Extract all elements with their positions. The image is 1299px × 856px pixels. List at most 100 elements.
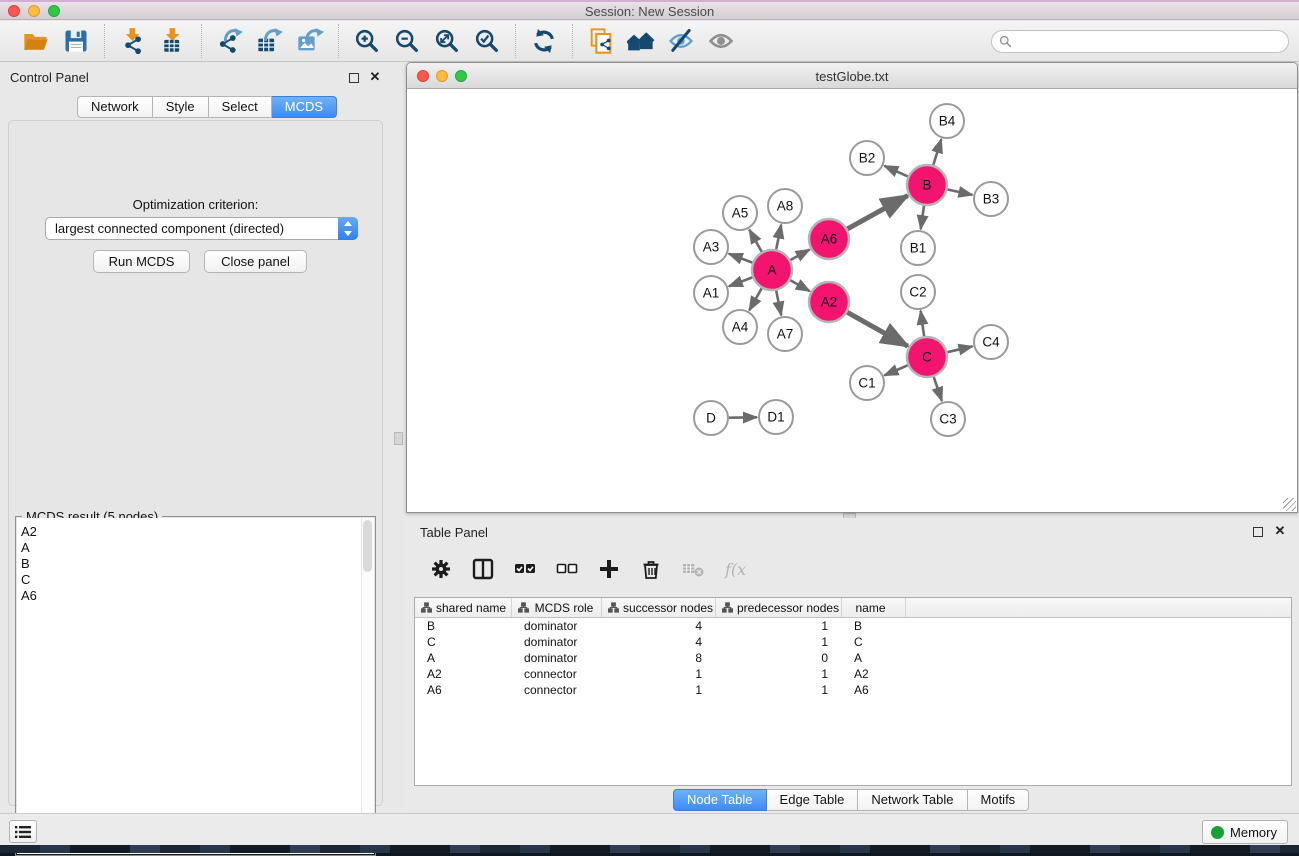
add-column-icon[interactable] (596, 556, 622, 582)
float-table-panel-icon[interactable] (1253, 527, 1263, 537)
table-cell[interactable]: dominator (512, 619, 602, 633)
graph-node-A5[interactable]: A5 (723, 196, 757, 230)
unselect-all-icon[interactable] (554, 556, 580, 582)
task-history-button[interactable] (9, 820, 37, 843)
graph-edge-C-C2[interactable] (921, 311, 925, 336)
graph-edge-A-A1[interactable] (729, 277, 753, 286)
table-cell[interactable]: 1 (602, 667, 716, 681)
zoom-in-icon[interactable] (351, 25, 383, 57)
export-table-icon[interactable] (254, 25, 286, 57)
graph-node-A3[interactable]: A3 (694, 230, 728, 264)
result-scrollbar-thumb[interactable] (363, 520, 372, 572)
table-cell[interactable]: connector (512, 667, 602, 681)
column-header-predecessor-nodes[interactable]: predecessor nodes (716, 598, 842, 617)
table-cell[interactable]: 1 (716, 635, 842, 649)
table-cell[interactable]: A (842, 651, 906, 665)
table-cell[interactable]: 0 (716, 651, 842, 665)
table-cell[interactable]: dominator (512, 635, 602, 649)
tab-mcds[interactable]: MCDS (272, 96, 337, 118)
graph-edge-A-A8[interactable] (776, 225, 781, 250)
table-cell[interactable]: A6 (415, 683, 512, 697)
mcds-result-item[interactable]: A (21, 540, 361, 556)
table-cell[interactable]: dominator (512, 651, 602, 665)
graph-node-C3[interactable]: C3 (931, 402, 965, 436)
birdseye-view-icon[interactable] (625, 25, 657, 57)
table-cell[interactable]: 1 (602, 683, 716, 697)
graph-node-B4[interactable]: B4 (930, 104, 964, 138)
graph-edge-A-A4[interactable] (749, 288, 761, 310)
graph-node-A6[interactable]: A6 (809, 219, 849, 259)
mcds-result-item[interactable]: A6 (21, 588, 361, 604)
graph-edge-B-B3[interactable] (948, 190, 973, 195)
zoom-out-icon[interactable] (391, 25, 423, 57)
open-session-icon[interactable] (20, 25, 52, 57)
graph-node-C1[interactable]: C1 (850, 366, 884, 400)
graph-edge-B-B1[interactable] (921, 206, 924, 229)
table-cell[interactable]: 1 (716, 683, 842, 697)
tab-motifs[interactable]: Motifs (968, 789, 1030, 811)
tab-style[interactable]: Style (153, 96, 209, 118)
graph-edge-C-C4[interactable] (947, 346, 972, 352)
column-header-shared-name[interactable]: shared name (415, 598, 512, 617)
hide-overview-icon[interactable] (665, 25, 697, 57)
graph-node-C2[interactable]: C2 (901, 275, 935, 309)
table-cell[interactable]: 1 (716, 667, 842, 681)
graph-node-C4[interactable]: C4 (974, 325, 1008, 359)
table-cell[interactable]: connector (512, 683, 602, 697)
graph-edge-A-A5[interactable] (749, 230, 761, 252)
graph-node-B1[interactable]: B1 (901, 231, 935, 265)
table-cell[interactable]: 1 (716, 619, 842, 633)
tab-edge-table[interactable]: Edge Table (767, 789, 859, 811)
graph-node-A8[interactable]: A8 (768, 189, 802, 223)
search-box[interactable] (991, 30, 1289, 53)
graph-node-B3[interactable]: B3 (974, 182, 1008, 216)
column-header-successor-nodes[interactable]: successor nodes (602, 598, 716, 617)
graph-edge-C-C3[interactable] (934, 377, 942, 401)
optimization-criterion-dropdown[interactable]: largest connected component (directed) (45, 217, 358, 240)
graph-node-B2[interactable]: B2 (850, 141, 884, 175)
column-header-MCDS-role[interactable]: MCDS role (512, 598, 602, 617)
graph-node-C[interactable]: C (907, 337, 947, 377)
result-scrollbar[interactable] (361, 518, 374, 854)
search-input[interactable] (1017, 33, 1288, 51)
table-cell[interactable]: 4 (602, 635, 716, 649)
network-window-titlebar[interactable]: testGlobe.txt (407, 63, 1297, 89)
delete-column-icon[interactable] (638, 556, 664, 582)
close-table-panel-icon[interactable]: ✕ (1274, 525, 1286, 537)
export-network-icon[interactable] (214, 25, 246, 57)
mcds-result-item[interactable]: B (21, 556, 361, 572)
graph-node-A1[interactable]: A1 (694, 276, 728, 310)
table-cell[interactable]: C (842, 635, 906, 649)
graph-node-A4[interactable]: A4 (723, 310, 757, 344)
window-resize-grip[interactable] (1283, 498, 1296, 511)
table-cell[interactable]: B (842, 619, 906, 633)
graph-node-D[interactable]: D (694, 401, 728, 435)
gear-icon[interactable] (428, 556, 454, 582)
graph-edge-B-B2[interactable] (884, 166, 908, 177)
close-panel-icon[interactable]: ✕ (369, 71, 381, 83)
export-image-icon[interactable] (294, 25, 326, 57)
table-cell[interactable]: A (415, 651, 512, 665)
tab-select[interactable]: Select (209, 96, 272, 118)
float-panel-icon[interactable] (349, 73, 359, 83)
graph-edge-A-A6[interactable] (790, 250, 809, 261)
run-mcds-button[interactable]: Run MCDS (93, 250, 190, 273)
table-cell[interactable]: A2 (415, 667, 512, 681)
import-table-icon[interactable] (157, 25, 189, 57)
mcds-result-item[interactable]: C (21, 572, 361, 588)
table-row[interactable]: Adominator80A (415, 650, 1291, 666)
tab-network[interactable]: Network (77, 96, 153, 118)
table-cell[interactable]: B (415, 619, 512, 633)
vertical-splitter-grip[interactable] (394, 432, 403, 445)
graph-node-A7[interactable]: A7 (768, 317, 802, 351)
memory-button[interactable]: Memory (1202, 820, 1288, 844)
close-panel-button[interactable]: Close panel (204, 250, 307, 273)
import-network-icon[interactable] (117, 25, 149, 57)
column-header-name[interactable]: name (842, 598, 906, 617)
table-row[interactable]: Bdominator41B (415, 618, 1291, 634)
table-cell[interactable]: A6 (842, 683, 906, 697)
graph-edge-A-A3[interactable] (729, 254, 753, 263)
table-row[interactable]: A2connector11A2 (415, 666, 1291, 682)
graph-edge-C-C1[interactable] (884, 365, 907, 375)
graph-node-A[interactable]: A (752, 250, 792, 290)
